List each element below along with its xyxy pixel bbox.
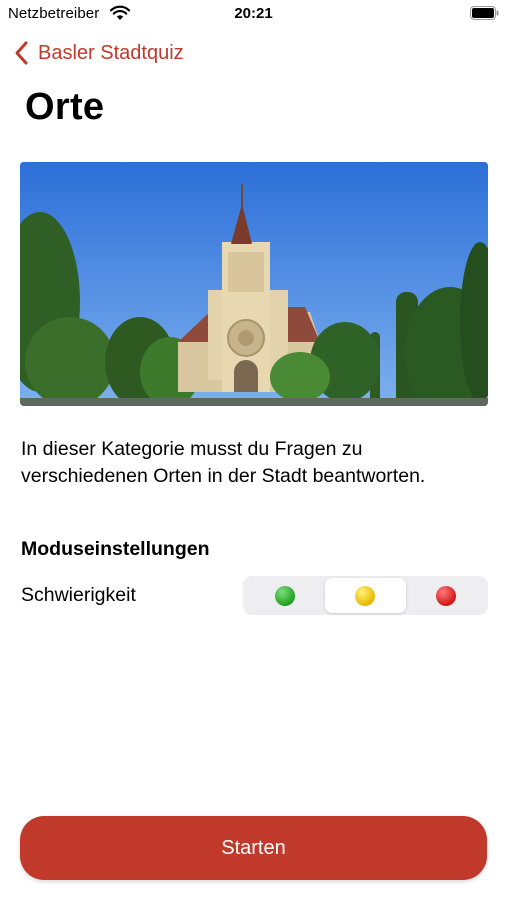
difficulty-option-easy[interactable]: [245, 578, 325, 613]
difficulty-segmented-control[interactable]: [243, 576, 488, 615]
yellow-dot-icon: [355, 585, 376, 606]
back-button[interactable]: Basler Stadtquiz: [14, 38, 184, 68]
green-dot-icon: [275, 585, 296, 606]
category-description: In dieser Kategorie musst du Fragen zu v…: [21, 438, 426, 487]
clock: 20:21: [234, 5, 273, 22]
red-dot-icon: [435, 585, 456, 606]
page-title: Orte: [25, 86, 105, 128]
hero-image: [20, 162, 488, 406]
difficulty-option-hard[interactable]: [406, 578, 486, 613]
difficulty-label: Schwierigkeit: [21, 584, 136, 606]
back-button-label: Basler Stadtquiz: [38, 41, 184, 64]
section-title: Moduseinstellungen: [21, 538, 210, 560]
battery-full-icon: [470, 6, 500, 20]
church-photo: [20, 162, 488, 406]
chevron-left-icon: [14, 40, 30, 66]
difficulty-option-medium[interactable]: [325, 578, 406, 613]
start-button[interactable]: Starten: [20, 816, 487, 880]
status-bar: Netzbetreiber 20:21: [0, 0, 507, 30]
